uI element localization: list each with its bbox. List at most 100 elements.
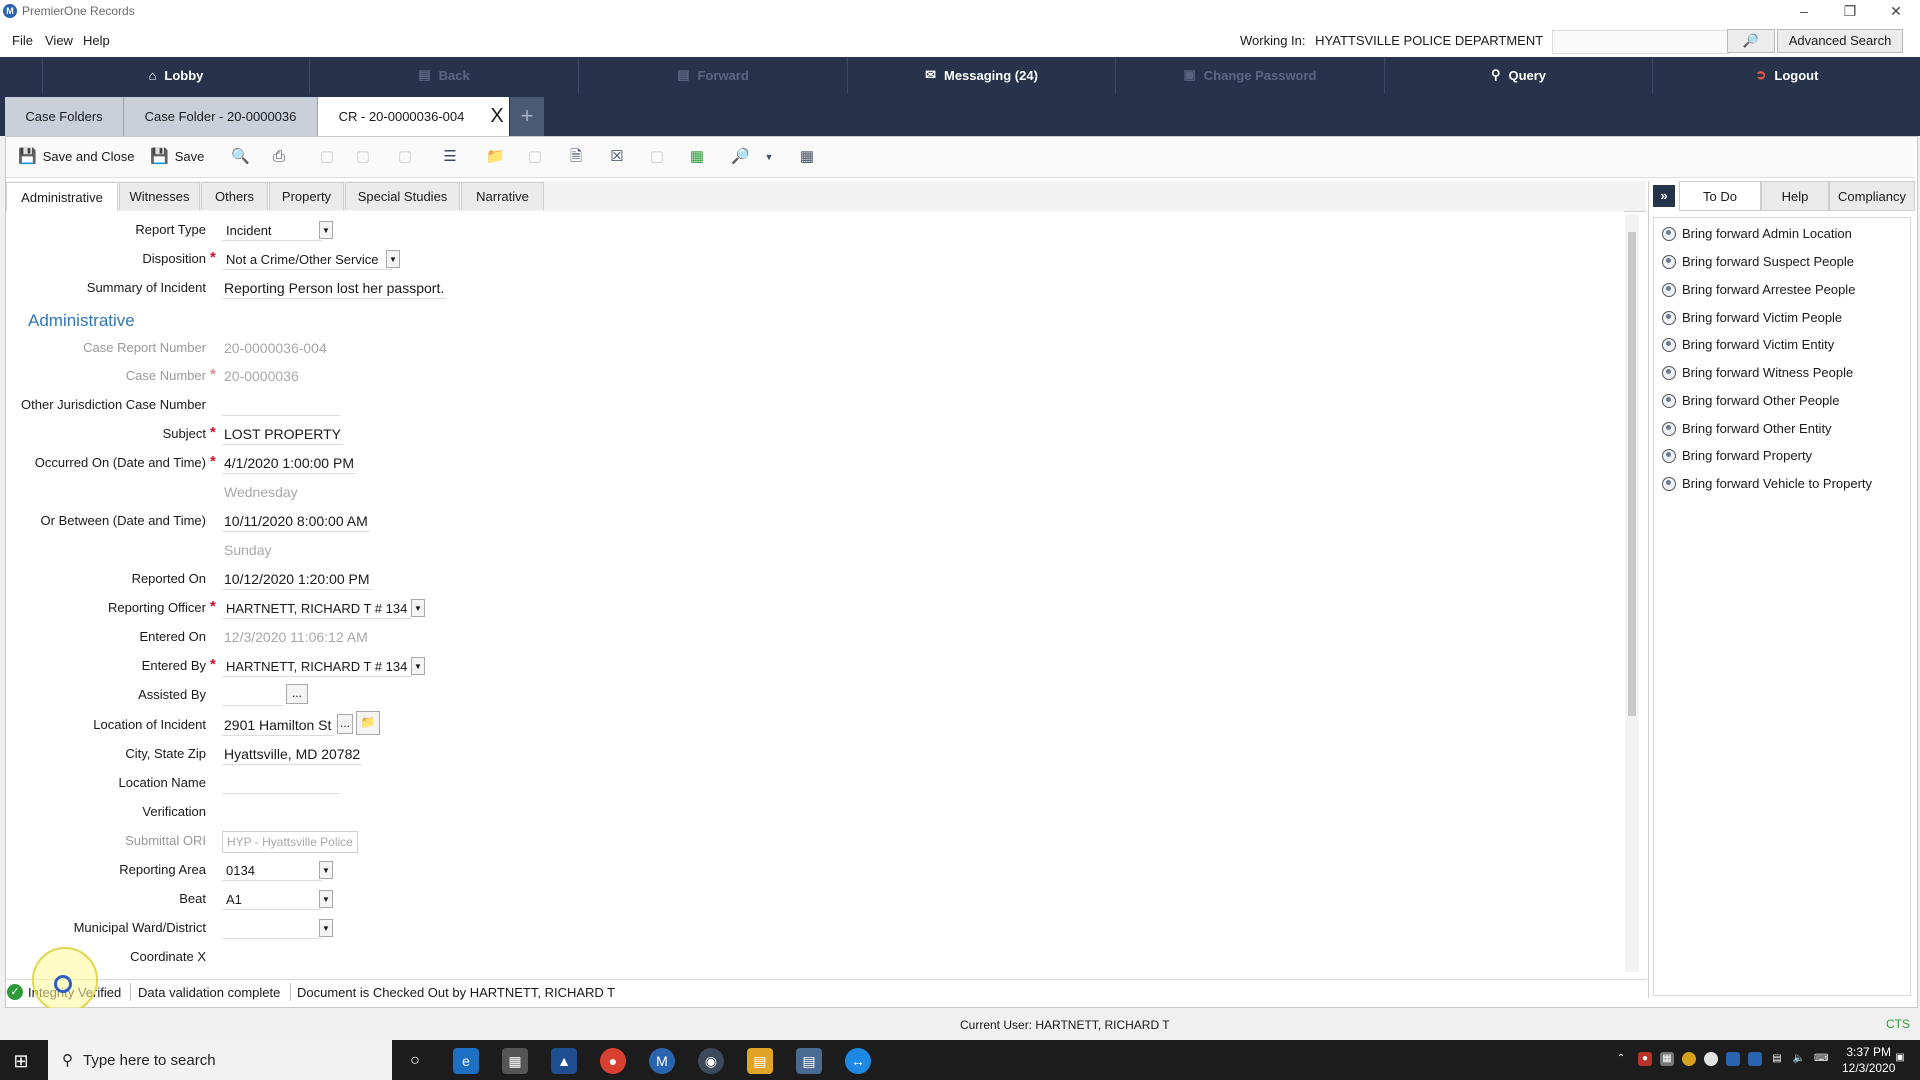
- print-icon[interactable]: ⎙: [270, 148, 288, 166]
- tab-compliancy[interactable]: Compliancy: [1829, 181, 1915, 211]
- tab-help[interactable]: Help: [1761, 181, 1829, 211]
- tab-administrative[interactable]: Administrative: [6, 182, 118, 212]
- reporting-area-select[interactable]: 0134: [222, 861, 322, 881]
- tab-narrative[interactable]: Narrative: [461, 182, 544, 210]
- system-clock[interactable]: 3:37 PM 12/3/2020: [1842, 1044, 1895, 1076]
- assisted-by-field[interactable]: [222, 687, 284, 706]
- tab-case-folders[interactable]: Case Folders: [5, 97, 124, 136]
- tray-app-icon[interactable]: ●: [1638, 1052, 1652, 1066]
- motorola-icon[interactable]: M: [649, 1048, 675, 1074]
- keyboard-icon[interactable]: ⌨: [1814, 1052, 1828, 1066]
- report-type-select[interactable]: Incident: [222, 221, 322, 241]
- scrollbar-thumb[interactable]: [1628, 232, 1636, 716]
- or-between-field[interactable]: 10/11/2020 8:00:00 AM: [222, 513, 370, 532]
- nav-back[interactable]: ▤ Back: [309, 57, 578, 93]
- quick-search-input[interactable]: [1552, 30, 1730, 54]
- add-tab-button[interactable]: +: [510, 97, 544, 136]
- save-and-close-button[interactable]: 💾 Save and Close: [18, 147, 134, 165]
- tab-case-folder[interactable]: Case Folder - 20-0000036: [124, 97, 318, 136]
- tab-witnesses[interactable]: Witnesses: [119, 182, 200, 210]
- chrome-icon[interactable]: ●: [600, 1048, 626, 1074]
- notification-icon[interactable]: ▣: [1892, 1051, 1908, 1067]
- image-app-icon[interactable]: ▲: [551, 1048, 577, 1074]
- todo-item[interactable]: Bring forward Arrestee People: [1662, 282, 1855, 297]
- disabled-tool-icon[interactable]: ▢: [354, 148, 372, 166]
- location-name-field[interactable]: [222, 775, 340, 794]
- zoom-dropdown-icon[interactable]: ▼: [760, 148, 778, 166]
- chevron-down-icon[interactable]: ▼: [411, 599, 425, 617]
- reporting-officer-select[interactable]: HARTNETT, RICHARD T # 134: [222, 599, 412, 619]
- todo-item[interactable]: Bring forward Victim People: [1662, 310, 1842, 325]
- chevron-down-icon[interactable]: ▼: [319, 890, 333, 908]
- calculator-icon[interactable]: ▦: [502, 1048, 528, 1074]
- chevron-down-icon[interactable]: ▼: [319, 919, 333, 937]
- minimize-button[interactable]: –: [1781, 0, 1827, 24]
- tab-case-report[interactable]: CR - 20-0000036-004: [318, 97, 486, 136]
- folder-icon[interactable]: 📁: [356, 711, 380, 735]
- network-icon[interactable]: ▤: [1770, 1052, 1784, 1066]
- tray-app-icon[interactable]: [1726, 1052, 1740, 1066]
- list-icon[interactable]: ☰: [441, 148, 459, 166]
- city-state-zip-field[interactable]: Hyattsville, MD 20782: [222, 746, 363, 765]
- tab-special-studies[interactable]: Special Studies: [345, 182, 460, 210]
- summary-field[interactable]: Reporting Person lost her passport.: [222, 280, 447, 299]
- recording-icon[interactable]: ◉: [698, 1048, 724, 1074]
- assisted-by-lookup-button[interactable]: ...: [286, 684, 308, 704]
- teamviewer-icon[interactable]: ↔: [845, 1048, 871, 1074]
- file-explorer-icon[interactable]: ▤: [747, 1048, 773, 1074]
- subject-field[interactable]: LOST PROPERTY: [222, 426, 343, 445]
- menu-help[interactable]: Help: [83, 33, 110, 48]
- taskbar-search[interactable]: ⚲ Type here to search: [48, 1040, 392, 1080]
- todo-item[interactable]: Bring forward Property: [1662, 448, 1812, 463]
- beat-select[interactable]: A1: [222, 890, 322, 910]
- nav-change-password[interactable]: ▣ Change Password: [1115, 57, 1384, 93]
- todo-item[interactable]: Bring forward Vehicle to Property: [1662, 476, 1872, 491]
- nav-logout[interactable]: ➲ Logout: [1652, 57, 1920, 93]
- todo-item[interactable]: Bring forward Victim Entity: [1662, 337, 1834, 352]
- menu-file[interactable]: File: [12, 33, 33, 48]
- window-app-icon[interactable]: ▤: [796, 1048, 822, 1074]
- disposition-select[interactable]: Not a Crime/Other Service: [222, 250, 392, 270]
- zoom-icon[interactable]: 🔎: [731, 148, 750, 166]
- entered-by-select[interactable]: HARTNETT, RICHARD T # 134: [222, 657, 412, 677]
- attach-icon[interactable]: ▦: [688, 148, 706, 166]
- excel-icon[interactable]: ☒: [608, 148, 626, 166]
- advanced-search-button[interactable]: Advanced Search: [1777, 29, 1903, 53]
- todo-item[interactable]: Bring forward Suspect People: [1662, 254, 1854, 269]
- todo-item[interactable]: Bring forward Other People: [1662, 393, 1840, 408]
- tab-to-do[interactable]: To Do: [1679, 181, 1761, 211]
- close-window-button[interactable]: ✕: [1873, 0, 1919, 24]
- document-icon[interactable]: 🗎: [567, 148, 585, 166]
- find-icon[interactable]: 🔍: [231, 148, 250, 166]
- ward-select[interactable]: [222, 919, 322, 939]
- nav-query[interactable]: ⚲ Query: [1384, 57, 1652, 93]
- collapse-panel-button[interactable]: »: [1653, 185, 1675, 207]
- occurred-on-field[interactable]: 4/1/2020 1:00:00 PM: [222, 455, 356, 474]
- chevron-down-icon[interactable]: ▼: [319, 861, 333, 879]
- tray-app-icon[interactable]: [1748, 1052, 1762, 1066]
- nav-messaging[interactable]: ✉ Messaging (24): [847, 57, 1115, 93]
- location-field[interactable]: 2901 Hamilton St: [222, 717, 334, 736]
- close-tab-button[interactable]: X: [485, 97, 509, 136]
- todo-item[interactable]: Bring forward Admin Location: [1662, 226, 1852, 241]
- disabled-tool-icon[interactable]: ▢: [648, 148, 666, 166]
- tray-app-icon[interactable]: ▦: [1660, 1052, 1674, 1066]
- disabled-tool-icon[interactable]: ▢: [318, 148, 336, 166]
- chevron-down-icon[interactable]: ▼: [319, 221, 333, 239]
- other-jurisdiction-field[interactable]: [222, 397, 340, 416]
- chevron-down-icon[interactable]: ▼: [411, 657, 425, 675]
- edge-icon[interactable]: e: [453, 1048, 479, 1074]
- tray-app-icon[interactable]: [1704, 1052, 1718, 1066]
- save-button[interactable]: 💾 Save: [150, 147, 204, 165]
- disabled-tool-icon[interactable]: ▢: [396, 148, 414, 166]
- todo-item[interactable]: Bring forward Witness People: [1662, 365, 1853, 380]
- chevron-down-icon[interactable]: ▼: [386, 250, 400, 268]
- folder-icon[interactable]: 📁: [486, 148, 505, 166]
- scan-icon[interactable]: ▦: [798, 148, 816, 166]
- maximize-button[interactable]: ❐: [1827, 0, 1873, 24]
- tray-chevron-icon[interactable]: ⌃: [1614, 1052, 1628, 1066]
- quick-search-button[interactable]: 🔎: [1727, 29, 1775, 53]
- windows-start-icon[interactable]: ⊞: [10, 1050, 32, 1072]
- disabled-tool-icon[interactable]: ▢: [526, 148, 544, 166]
- nav-lobby[interactable]: ⌂ Lobby: [42, 57, 309, 93]
